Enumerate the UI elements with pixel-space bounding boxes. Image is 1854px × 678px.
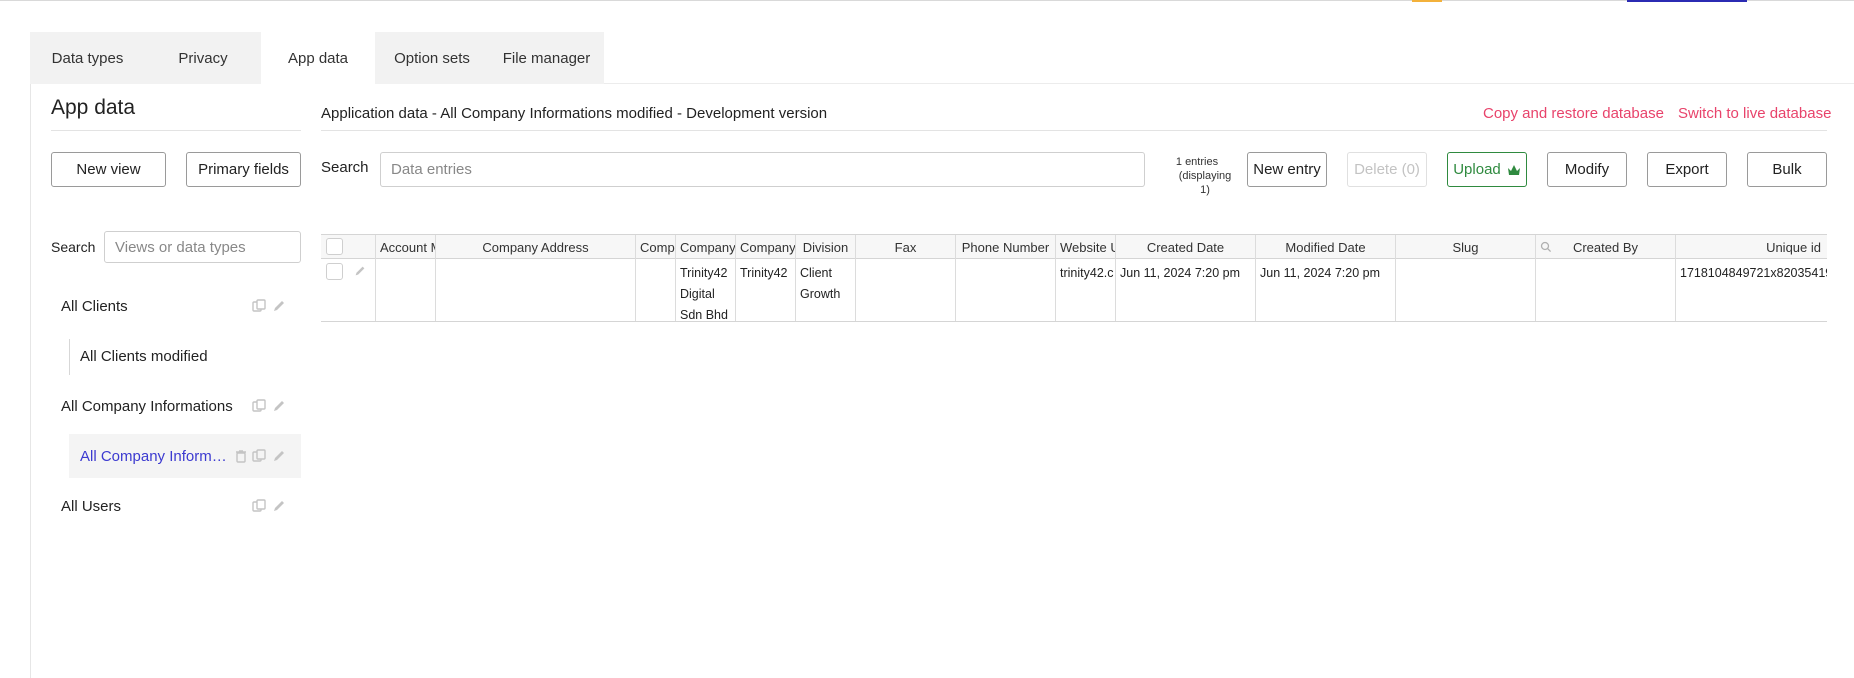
views-search-label: Search — [51, 239, 96, 255]
column-header[interactable]: Modified Date — [1256, 235, 1395, 259]
new-view-button[interactable]: New view — [51, 152, 166, 187]
view-item-label: All Clients — [61, 297, 128, 315]
entries-search-label: Search — [321, 159, 369, 176]
search-icon[interactable] — [1540, 241, 1552, 253]
content-frame-left — [30, 83, 31, 678]
entries-count-line: 1) — [1200, 184, 1210, 196]
panel-title: App data — [51, 96, 136, 119]
column-header[interactable]: Account M — [376, 235, 435, 259]
duplicate-icon[interactable] — [251, 498, 267, 514]
view-item-selected[interactable]: All Company Informations modified — [69, 434, 301, 478]
view-item[interactable]: All Clients — [51, 284, 301, 328]
top-border — [0, 0, 1854, 1]
table-cell: Client Growth — [796, 263, 855, 305]
duplicate-icon[interactable] — [251, 298, 267, 314]
view-item-label: All Clients modified — [80, 347, 208, 365]
data-table: Account M Company Address Compa Company … — [321, 234, 1827, 322]
entries-count-line: 1 entries — [1175, 156, 1219, 168]
delete-button[interactable]: Delete (0) — [1347, 152, 1427, 187]
edit-pencil-icon[interactable] — [353, 264, 367, 278]
view-item[interactable]: All Clients modified — [51, 334, 301, 378]
column-header[interactable]: Company Address — [436, 235, 635, 259]
column-header-label: Created By — [1572, 239, 1639, 255]
switch-live-database-link[interactable]: Switch to live database — [1678, 105, 1831, 122]
column-header[interactable]: Created Date — [1116, 235, 1255, 259]
view-item[interactable]: All Company Informations — [51, 384, 301, 428]
column-header[interactable]: Unique id — [1676, 235, 1827, 259]
edit-pencil-icon[interactable] — [271, 448, 287, 464]
row-checkbox[interactable] — [326, 263, 343, 280]
column-header[interactable]: Created By — [1536, 235, 1675, 259]
main-divider — [321, 130, 1827, 131]
column-header[interactable]: Company — [676, 235, 735, 259]
export-button[interactable]: Export — [1647, 152, 1727, 187]
table-cell: 1718104849721x82035419 — [1680, 266, 1827, 280]
tab-file-manager[interactable]: File manager — [489, 32, 604, 84]
cell-text-line: Growth — [800, 287, 841, 301]
entries-count: 1 entries (displaying 1) — [1172, 155, 1238, 197]
view-item-label: All Users — [61, 497, 122, 515]
table-cell: Jun 11, 2024 7:20 pm — [1260, 266, 1380, 280]
view-item-label: All Company Informations — [61, 397, 233, 415]
page-title: Application data - All Company Informati… — [321, 105, 828, 122]
view-item[interactable]: All Users — [51, 484, 301, 528]
column-header[interactable]: Website U — [1056, 235, 1115, 259]
column-header[interactable]: Compa — [636, 235, 675, 259]
table-cell: Trinity42 — [740, 266, 788, 280]
entries-search-input[interactable]: Data entries — [380, 152, 1145, 187]
tab-option-sets[interactable]: Option sets — [375, 32, 489, 84]
copy-restore-database-link[interactable]: Copy and restore database — [1483, 105, 1664, 122]
crown-icon — [1507, 164, 1521, 176]
edit-pencil-icon[interactable] — [271, 498, 287, 514]
table-cell: Jun 11, 2024 7:20 pm — [1120, 266, 1240, 280]
column-header[interactable]: Fax — [856, 235, 955, 259]
trash-icon[interactable] — [233, 448, 249, 464]
duplicate-icon[interactable] — [251, 448, 267, 464]
table-cell: Trinity42 Digital Sdn Bhd — [676, 263, 735, 322]
column-header[interactable]: Phone Number — [956, 235, 1055, 259]
tab-app-data[interactable]: App data — [261, 32, 375, 84]
modify-button[interactable]: Modify — [1547, 152, 1627, 187]
cell-text-line: Trinity42 — [680, 266, 728, 280]
column-header[interactable]: Slug — [1396, 235, 1535, 259]
panel-divider — [51, 130, 301, 131]
top-accent-orange — [1412, 0, 1442, 2]
column-header[interactable]: Division — [796, 235, 855, 259]
edit-pencil-icon[interactable] — [271, 298, 287, 314]
upload-button-label: Upload — [1453, 161, 1501, 178]
top-accent-blue — [1627, 0, 1747, 2]
column-header[interactable]: Company — [736, 235, 795, 259]
view-item-label: All Company Informations modified — [80, 447, 235, 465]
cell-text-line: Sdn Bhd — [680, 308, 728, 322]
upload-button[interactable]: Upload — [1447, 152, 1527, 187]
new-entry-button[interactable]: New entry — [1247, 152, 1327, 187]
edit-pencil-icon[interactable] — [271, 398, 287, 414]
views-search-input[interactable]: Views or data types — [104, 231, 301, 263]
entries-count-line: (displaying — [1178, 170, 1232, 182]
tab-privacy[interactable]: Privacy — [145, 32, 261, 84]
duplicate-icon[interactable] — [251, 398, 267, 414]
cell-text-line: Digital — [680, 287, 715, 301]
table-cell: trinity42.c — [1060, 266, 1114, 280]
primary-fields-button[interactable]: Primary fields — [186, 152, 301, 187]
cell-text-line: Client — [800, 266, 832, 280]
tab-data-types[interactable]: Data types — [30, 32, 145, 84]
select-all-checkbox[interactable] — [326, 238, 343, 255]
editor-tabs: Data types Privacy App data Option sets … — [30, 32, 604, 84]
bulk-button[interactable]: Bulk — [1747, 152, 1827, 187]
